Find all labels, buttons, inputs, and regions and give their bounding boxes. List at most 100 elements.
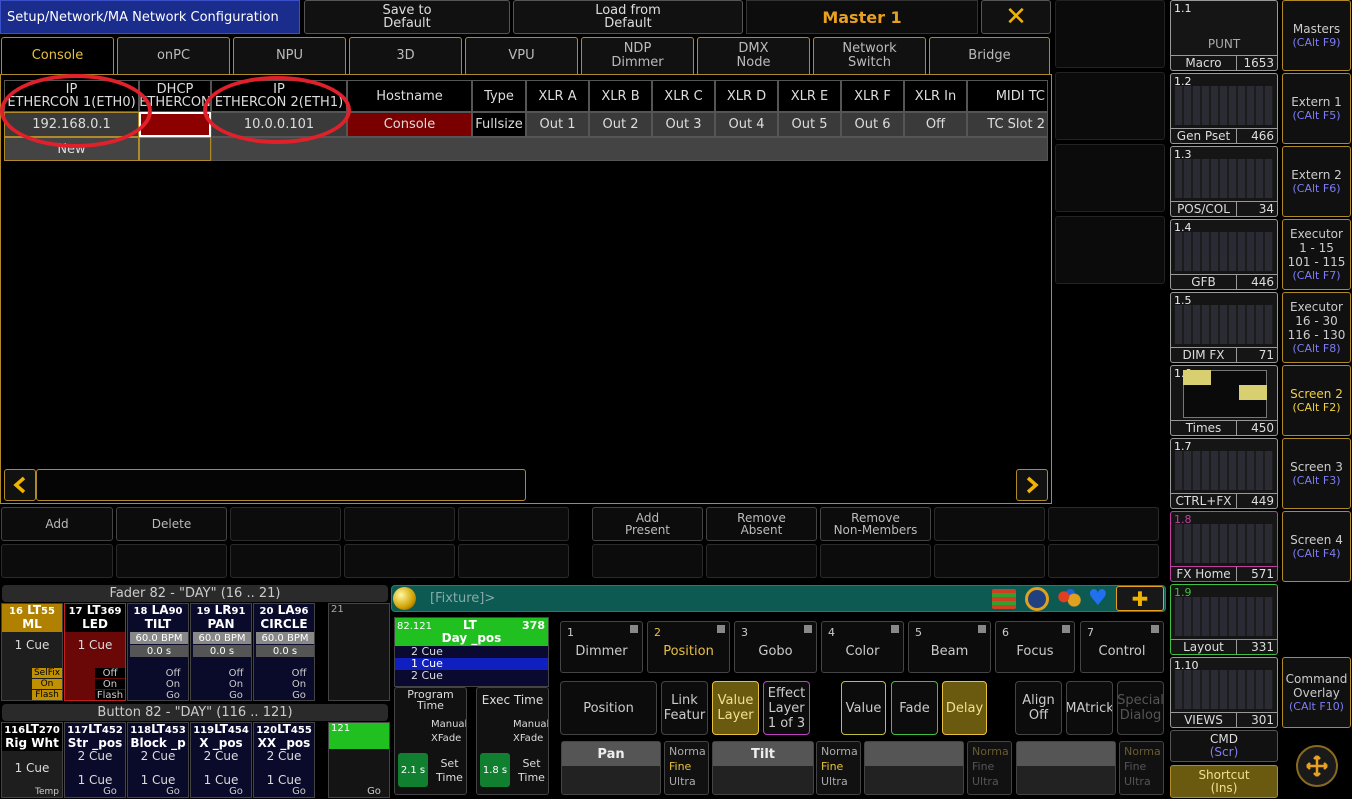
off-button[interactable]: Off bbox=[95, 668, 125, 678]
extern-1-button[interactable]: Extern 1 (CAlt F5) bbox=[1282, 73, 1351, 144]
screen-3-button[interactable]: Screen 3 (CAlt F3) bbox=[1282, 438, 1351, 509]
go-button[interactable]: Go bbox=[221, 690, 251, 700]
cell-xlr-b[interactable]: Out 2 bbox=[589, 112, 652, 137]
col-header-midi-tc[interactable]: MIDI TC bbox=[967, 80, 1048, 112]
encoder-4[interactable] bbox=[1016, 741, 1116, 795]
remove-absent-button[interactable]: Remove Absent bbox=[706, 507, 817, 541]
button-executor[interactable]: 118LT453 Block _p 2 Cue 1 Cue Go bbox=[127, 722, 189, 798]
col-header-xlr-e[interactable]: XLR E bbox=[778, 80, 841, 112]
go-button[interactable]: Go bbox=[158, 786, 188, 797]
program-time-value[interactable]: 2.1 s bbox=[398, 753, 428, 787]
align-off-button[interactable]: Align Off bbox=[1015, 681, 1062, 735]
fader-executor[interactable]: 20 LA96 CIRCLE 60.0 BPM 0.0 s Off On Go bbox=[253, 603, 315, 701]
remove-non-members-button[interactable]: Remove Non-Members bbox=[820, 507, 931, 541]
cell-midi-tc[interactable]: TC Slot 2 bbox=[967, 112, 1048, 137]
users-icon[interactable] bbox=[1056, 588, 1082, 610]
on-button[interactable]: On bbox=[95, 679, 125, 689]
col-header-type[interactable]: Type bbox=[472, 80, 526, 112]
link-features-button[interactable]: Link Featur bbox=[661, 681, 708, 735]
on-button[interactable]: On bbox=[221, 679, 251, 689]
executor-16-30-button[interactable]: Executor 16 - 30 116 - 130 (CAlt F8) bbox=[1282, 292, 1351, 363]
selfix-button[interactable]: SelFix bbox=[32, 668, 62, 678]
command-overlay-button[interactable]: Command Overlay (CAlt F10) bbox=[1282, 657, 1351, 728]
tilt-encoder-mode[interactable]: Norma Fine Ultra bbox=[816, 741, 861, 795]
view-button-views[interactable]: 1.10 VIEWS 301 bbox=[1170, 657, 1278, 728]
encoder-3[interactable] bbox=[864, 741, 964, 795]
go-button[interactable]: Go bbox=[221, 786, 251, 797]
screen-4-button[interactable]: Screen 4 (CAlt F4) bbox=[1282, 511, 1351, 582]
tab-bridge[interactable]: Bridge bbox=[929, 37, 1050, 74]
encoder-4-mode[interactable]: Norma Fine Ultra bbox=[1119, 741, 1164, 795]
view-button-gen-pset[interactable]: 1.2 Gen Pset 466 bbox=[1170, 73, 1278, 144]
go-button[interactable]: Go bbox=[284, 690, 314, 700]
plus-button[interactable]: ✚ bbox=[1116, 586, 1164, 611]
col-header-xlr-in[interactable]: XLR In bbox=[904, 80, 967, 112]
tab-dmx-node[interactable]: DMX Node bbox=[697, 37, 810, 74]
program-time-manual-xfade[interactable]: Manual XFade bbox=[431, 712, 466, 748]
feature-focus-button[interactable]: 6 Focus bbox=[995, 621, 1075, 673]
value-button[interactable]: Value bbox=[841, 681, 886, 735]
cell-hostname[interactable]: Console bbox=[347, 112, 472, 137]
tab-network-switch[interactable]: Network Switch bbox=[813, 37, 926, 74]
masters-button[interactable]: Masters (CAlt F9) bbox=[1282, 0, 1351, 71]
go-button[interactable]: Go bbox=[284, 786, 314, 797]
scroll-right-button[interactable] bbox=[1016, 469, 1048, 501]
pan-encoder[interactable]: Pan bbox=[561, 741, 661, 795]
fader-executor[interactable]: 16 LT55 ML 1 Cue SelFix On Flash bbox=[1, 603, 63, 701]
heart-icon[interactable]: ♥ bbox=[1088, 588, 1112, 610]
view-button-dim-fx[interactable]: 1.5 DIM FX 71 bbox=[1170, 292, 1278, 363]
tab-onpc[interactable]: onPC bbox=[117, 37, 230, 74]
go-button[interactable]: Go bbox=[158, 690, 188, 700]
view-button-layout[interactable]: 1.9 Layout 331 bbox=[1170, 584, 1278, 655]
fader-executor[interactable]: 17 LT369 LED 1 Cue Off On Flash bbox=[64, 603, 126, 701]
view-button-ctrl-fx[interactable]: 1.7 CTRL+FX 449 bbox=[1170, 438, 1278, 509]
matricks-button[interactable]: MAtrick bbox=[1066, 681, 1113, 735]
network-icon[interactable] bbox=[992, 589, 1016, 609]
cell-xlr-c[interactable]: Out 3 bbox=[652, 112, 715, 137]
view-button-gfb[interactable]: 1.4 GFB 446 bbox=[1170, 219, 1278, 290]
col-header-hostname[interactable]: Hostname bbox=[347, 80, 472, 112]
tab-ndp-dimmer[interactable]: NDP Dimmer bbox=[581, 37, 694, 74]
fader-executor-empty[interactable]: 21 bbox=[328, 603, 390, 701]
col-header-xlr-c[interactable]: XLR C bbox=[652, 80, 715, 112]
flash-button[interactable]: Flash bbox=[95, 690, 125, 700]
delay-button[interactable]: Delay bbox=[942, 681, 987, 735]
fader-executor[interactable]: 18 LA90 TILT 60.0 BPM 0.0 s Off On Go bbox=[127, 603, 189, 701]
go-button[interactable]: Go bbox=[95, 786, 125, 797]
cell-type[interactable]: Fullsize bbox=[472, 112, 526, 137]
view-button-pos-col[interactable]: 1.3 POS/COL 34 bbox=[1170, 146, 1278, 217]
on-button[interactable]: On bbox=[32, 679, 62, 689]
off-button[interactable]: Off bbox=[221, 668, 251, 678]
delete-button[interactable]: Delete bbox=[116, 507, 227, 541]
col-header-xlr-b[interactable]: XLR B bbox=[589, 80, 652, 112]
shortcut-button[interactable]: Shortcut (Ins) bbox=[1170, 765, 1278, 798]
on-button[interactable]: On bbox=[284, 679, 314, 689]
add-button[interactable]: Add bbox=[1, 507, 113, 541]
fader-executor[interactable]: 19 LR91 PAN 60.0 BPM 0.0 s Off On Go bbox=[190, 603, 252, 701]
flash-button[interactable]: Flash bbox=[32, 690, 62, 700]
button-executor[interactable]: 119LT454 X _pos 2 Cue 1 Cue Go bbox=[190, 722, 252, 798]
exec-time-manual-xfade[interactable]: Manual XFade bbox=[513, 712, 548, 748]
program-set-time[interactable]: Set Time bbox=[433, 757, 466, 791]
scroll-left-button[interactable] bbox=[4, 469, 36, 501]
horizontal-scrollbar[interactable] bbox=[36, 469, 526, 501]
screen-2-button[interactable]: Screen 2 (CAlt F2) bbox=[1282, 365, 1351, 436]
off-button[interactable]: Off bbox=[158, 668, 188, 678]
special-dialog-button[interactable]: Special Dialog bbox=[1117, 681, 1164, 735]
cell-xlr-d[interactable]: Out 4 bbox=[715, 112, 778, 137]
feature-color-button[interactable]: 4 Color bbox=[821, 621, 904, 673]
button-executor[interactable]: 116LT270 Rig Wht 1 Cue Temp bbox=[1, 722, 63, 798]
view-button-times[interactable]: 1.6 Times450 bbox=[1170, 365, 1278, 436]
value-layer-button[interactable]: Value Layer bbox=[712, 681, 759, 735]
exec-time-value[interactable]: 1.8 s bbox=[480, 753, 510, 787]
off-button[interactable]: Off bbox=[284, 668, 314, 678]
cmd-button[interactable]: CMD (Scr) bbox=[1170, 730, 1278, 762]
button-executor[interactable]: 121 Go bbox=[328, 722, 390, 798]
tab-npu[interactable]: NPU bbox=[233, 37, 346, 74]
add-present-button[interactable]: Add Present bbox=[592, 507, 703, 541]
view-button-fx-home[interactable]: 1.8 FX Home 571 bbox=[1170, 511, 1278, 582]
globe-icon[interactable] bbox=[1025, 587, 1049, 611]
fade-button[interactable]: Fade bbox=[891, 681, 938, 735]
button-executor[interactable]: 120LT455 XX _pos 2 Cue 1 Cue Go bbox=[253, 722, 315, 798]
tilt-encoder[interactable]: Tilt bbox=[712, 741, 814, 795]
